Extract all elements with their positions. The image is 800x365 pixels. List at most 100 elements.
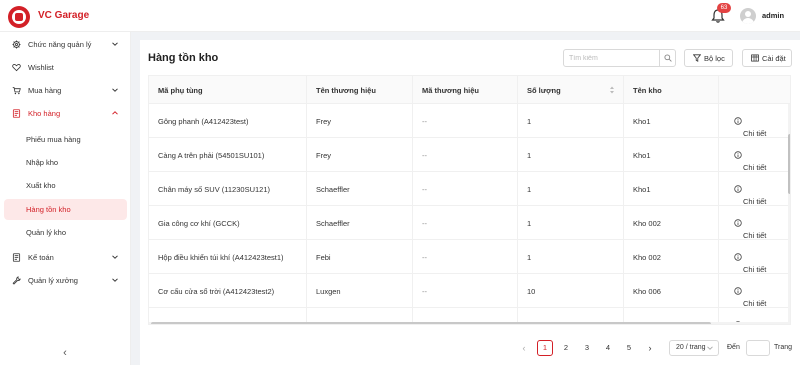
cell-quantity-text: 10 <box>527 287 536 296</box>
cell-brand-name-text: Schaeffler <box>316 185 350 194</box>
cell-warehouse-name-text: Kho1 <box>633 151 651 160</box>
cell-brand-name: Frey <box>307 138 413 172</box>
cell-brand-code-text: -- <box>422 287 427 296</box>
cell-actions: Chi tiết <box>719 274 790 308</box>
sidebar-item-accounting[interactable]: Kế toán <box>4 247 127 268</box>
detail-label: Chi tiết <box>743 231 767 240</box>
sidebar-subitem-label: Quản lý kho <box>26 228 67 237</box>
sidebar-item-workshop[interactable]: Quản lý xưởng <box>4 270 127 291</box>
cell-brand-code: -- <box>413 240 518 274</box>
horizontal-scrollbar[interactable] <box>149 322 790 324</box>
sidebar-subitem-inventory[interactable]: Hàng tồn kho <box>4 199 127 220</box>
cell-warehouse-name: Kho 006 <box>624 274 719 308</box>
detail-label: Chi tiết <box>743 163 767 172</box>
sidebar-subitem-stock-out[interactable]: Xuất kho <box>4 175 127 196</box>
cell-quantity: 1 <box>518 172 624 206</box>
wrench-icon <box>12 276 21 285</box>
chevron-up-icon <box>112 111 118 115</box>
table-header: Mã phụ tùng Tên thương hiệu Mã thương hi… <box>149 76 790 104</box>
cell-brand-name: Febi <box>307 240 413 274</box>
info-icon <box>734 253 742 261</box>
sidebar-item-wishlist[interactable]: Wishlist <box>4 57 127 78</box>
cell-brand-code-text: -- <box>422 185 427 194</box>
cell-warehouse-name: Kho1 <box>624 172 719 206</box>
sort-icon[interactable] <box>609 85 615 95</box>
cell-part-code: Hộp điều khiển túi khí (A412423test1) <box>149 240 307 274</box>
cell-brand-code-text: -- <box>422 219 427 228</box>
page-4[interactable]: 4 <box>600 340 616 356</box>
settings-button[interactable]: Cài đặt <box>742 49 792 67</box>
cell-quantity-text: 1 <box>527 117 532 126</box>
cell-part-code: Cơ cấu cửa sổ trời (A412423test2) <box>149 274 307 308</box>
filter-button[interactable]: Bộ lọc <box>684 49 733 67</box>
sidebar-item-label: Mua hàng <box>28 86 62 95</box>
cell-brand-name-text: Luxgen <box>316 287 341 296</box>
sidebar-subitem-label: Nhập kho <box>26 158 59 167</box>
cell-brand-name-text: Schaeffler <box>316 219 350 228</box>
sidebar-collapse-button[interactable]: ‹ <box>58 346 72 360</box>
column-header-part-code[interactable]: Mã phụ tùng <box>149 76 307 104</box>
search-box[interactable] <box>563 49 676 67</box>
table-row[interactable]: Càng A trên phải (54501SU101) Frey -- 1 Kho1… <box>149 138 790 172</box>
sidebar-item-purchasing[interactable]: Mua hàng <box>4 80 127 101</box>
sidebar-item-label: Kế toán <box>28 253 54 262</box>
cell-actions: Chi tiết <box>719 206 790 240</box>
sidebar: Chức năng quản lý Wishlist Mua hàng Kho … <box>0 32 131 365</box>
cell-brand-code: -- <box>413 274 518 308</box>
sidebar-subitem-purchase-slips[interactable]: Phiếu mua hàng <box>4 129 127 150</box>
cell-actions: Chi tiết <box>719 172 790 206</box>
goto-page-input[interactable] <box>746 340 770 356</box>
cell-quantity-text: 1 <box>527 151 532 160</box>
sidebar-item-label: Quản lý xưởng <box>28 276 78 285</box>
sidebar-item-warehouse[interactable]: Kho hàng <box>4 103 127 124</box>
detail-label: Chi tiết <box>743 197 767 206</box>
sidebar-subitem-label: Hàng tồn kho <box>26 205 71 214</box>
goto-suffix: Trang <box>774 344 793 351</box>
sidebar-subitem-stock-in[interactable]: Nhập kho <box>4 152 127 173</box>
sidebar-subitem-label: Phiếu mua hàng <box>26 135 81 144</box>
page-2[interactable]: 2 <box>558 340 574 356</box>
search-input[interactable] <box>569 53 649 64</box>
table-row[interactable]: Hộp điều khiển túi khí (A412423test1) Feb… <box>149 240 790 274</box>
cell-warehouse-name: Kho1 <box>624 138 719 172</box>
table-row[interactable]: Cơ cấu cửa sổ trời (A412423test2) Luxgen -… <box>149 274 790 308</box>
notification-badge: 63 <box>717 3 731 13</box>
prev-page-button[interactable]: ‹ <box>517 340 531 356</box>
cell-brand-code-text: -- <box>422 117 427 126</box>
settings-label: Cài đặt <box>762 54 786 63</box>
column-header-warehouse-name[interactable]: Tên kho <box>624 76 719 104</box>
username[interactable]: admin <box>762 11 784 20</box>
avatar[interactable] <box>740 8 756 24</box>
column-header-quantity[interactable]: Số lượng <box>518 76 624 104</box>
detail-label: Chi tiết <box>743 129 767 138</box>
brand-logo[interactable] <box>8 6 30 28</box>
cell-quantity: 10 <box>518 274 624 308</box>
next-page-button[interactable]: › <box>643 340 657 356</box>
brand-name[interactable]: VC Garage <box>38 10 89 21</box>
table-row[interactable]: Gông phanh (A412423test) Frey -- 1 Kho1 Chi t… <box>149 104 790 138</box>
cell-quantity-text: 1 <box>527 219 532 228</box>
vertical-scrollbar[interactable] <box>788 104 790 324</box>
page-size-select[interactable]: 20 / trang <box>669 340 719 356</box>
cell-part-code: Chân máy số SUV (11230SU121) <box>149 172 307 206</box>
cell-brand-code-text: -- <box>422 151 427 160</box>
chevron-down-icon <box>112 255 118 259</box>
column-header-brand-name[interactable]: Tên thương hiệu <box>307 76 413 104</box>
cart-icon <box>12 86 21 95</box>
cell-quantity-text: 1 <box>527 253 532 262</box>
page-5[interactable]: 5 <box>621 340 637 356</box>
cell-part-code-text: Gia công cơ khí (GCCK) <box>158 219 240 228</box>
cell-warehouse-name-text: Kho1 <box>633 117 651 126</box>
page-title: Hàng tồn kho <box>148 52 219 64</box>
table-row[interactable]: Chân máy số SUV (11230SU121) Schaeffler --… <box>149 172 790 206</box>
page-3[interactable]: 3 <box>579 340 595 356</box>
sidebar-item-label: Chức năng quản lý <box>28 40 92 49</box>
table-row[interactable]: Gia công cơ khí (GCCK) Schaeffler -- 1 Kho 0… <box>149 206 790 240</box>
cell-warehouse-name-text: Kho 002 <box>633 253 661 262</box>
sidebar-item-management[interactable]: Chức năng quản lý <box>4 34 127 55</box>
page-1[interactable]: 1 <box>537 340 553 356</box>
sidebar-subitem-warehouse-management[interactable]: Quản lý kho <box>4 222 127 243</box>
column-header-brand-code[interactable]: Mã thương hiệu <box>413 76 518 104</box>
cell-part-code-text: Gông phanh (A412423test) <box>158 117 249 126</box>
search-icon[interactable] <box>664 54 672 62</box>
